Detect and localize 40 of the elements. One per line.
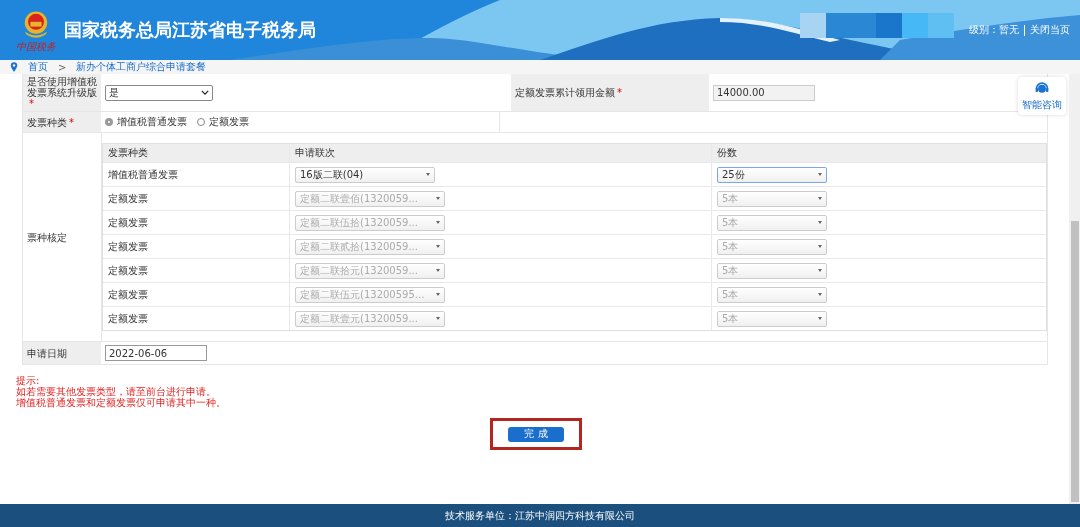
field-label: 定额发票累计领用金额 * (511, 74, 709, 111)
level-text: 级别：暂无 (969, 23, 1019, 37)
finish-button[interactable]: 完 成 (508, 426, 564, 442)
input-field[interactable]: 14000.00 (713, 84, 815, 101)
column-header: 份数 (711, 144, 1046, 162)
table-cell-text: 定额发票 (107, 239, 149, 254)
footer-text: 技术服务单位：江苏中润四方科技有限公司 (0, 504, 1080, 527)
breadcrumb-link[interactable]: 新办个体工商户综合申请套餐 (76, 60, 207, 74)
select-field[interactable]: 16版二联(04) (295, 166, 435, 183)
column-header: 申请联次 (289, 144, 711, 162)
required-mark: * (29, 98, 34, 109)
radio-option[interactable]: 定额发票 (197, 115, 249, 129)
radio-option[interactable]: 增值税普通发票 (105, 115, 187, 129)
table-cell-text: 定额发票 (107, 287, 149, 302)
breadcrumb-link[interactable]: 首页 (28, 60, 48, 74)
breadcrumb-separator: > (58, 61, 67, 73)
close-page-link[interactable]: 关闭当页 (1030, 23, 1070, 37)
column-header: 发票种类 (107, 146, 149, 160)
tip-text: 增值税普通发票和定额发票仅可申请其中一种。 (16, 397, 226, 408)
headset-icon (1034, 80, 1050, 96)
date-field[interactable]: 2022-06-06 (105, 345, 207, 361)
tip-text: 如若需要其他发票类型，请至前台进行申请。 (16, 386, 216, 397)
table-cell-text: 定额发票 (107, 263, 149, 278)
select-field[interactable]: 25份 (717, 166, 827, 183)
table-cell-text: 定额发票 (107, 311, 149, 326)
help-widget[interactable]: 智能咨询 (1018, 77, 1066, 115)
table-cell-text: 定额发票 (107, 215, 149, 230)
required-mark: * (69, 116, 74, 128)
required-mark: * (617, 87, 622, 98)
chevron-down-icon (201, 90, 209, 95)
select-field[interactable]: 是 (105, 84, 213, 101)
site-title: 国家税务总局江苏省电子税务局 (64, 18, 316, 42)
scrollbar[interactable] (1069, 74, 1080, 504)
field-label: 是否使用增值税发票系统升级版 * (23, 74, 101, 111)
tip-text: 提示: (16, 375, 40, 386)
logo-caption: 中国税务 (16, 40, 56, 52)
field-label: 发票种类 * (23, 112, 101, 132)
table-cell-text: 定额发票 (107, 191, 149, 206)
field-label: 申请日期 (23, 342, 101, 364)
table-cell-text: 增值税普通发票 (107, 167, 179, 182)
